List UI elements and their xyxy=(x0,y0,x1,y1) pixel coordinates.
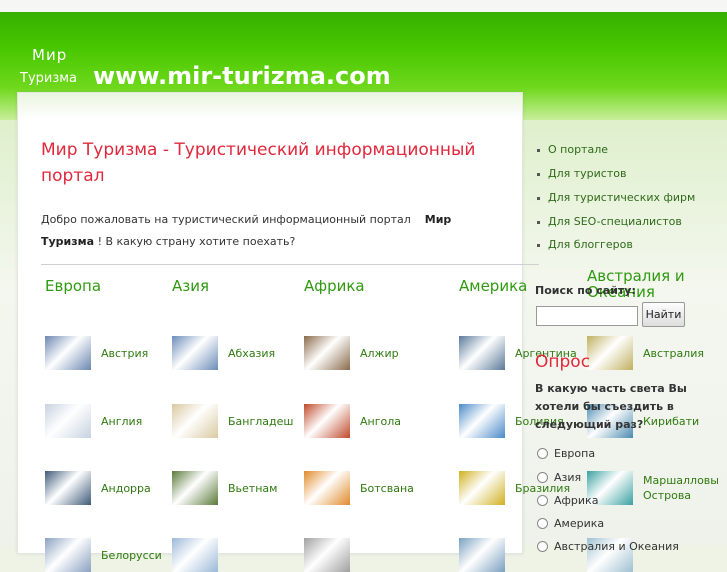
country-link[interactable]: Австралия xyxy=(643,346,723,361)
bullet-icon xyxy=(537,220,540,224)
country-link[interactable]: Ботсвана xyxy=(360,481,424,496)
country-photo[interactable] xyxy=(459,471,505,505)
country-photo[interactable] xyxy=(459,538,505,572)
welcome-text: Добро пожаловать на туристический информ… xyxy=(41,209,503,253)
site-url[interactable]: www.mir-turizma.com xyxy=(93,62,391,90)
country-link[interactable]: Алжир xyxy=(360,346,424,361)
search-label: Поиск по сайту: xyxy=(535,284,636,297)
country-link[interactable]: Англия xyxy=(101,414,165,429)
country-item[interactable]: Маршалловы Острова xyxy=(587,471,723,505)
country-item[interactable]: Англия xyxy=(45,404,165,438)
poll-option-europe[interactable]: Европа xyxy=(537,447,595,460)
sidebar-link-label: О портале xyxy=(548,143,609,156)
bullet-icon xyxy=(537,196,540,200)
country-link[interactable]: Белорусси xyxy=(101,548,165,563)
logo-text-bottom[interactable]: Туризма xyxy=(20,71,77,86)
country-link[interactable]: Австрия xyxy=(101,346,165,361)
country-item[interactable]: Австрия xyxy=(45,336,165,370)
country-link[interactable]: Маршалловы Острова xyxy=(643,473,723,503)
sidebar-link-label: Для туристов xyxy=(548,167,627,180)
poll-option-america[interactable]: Америка xyxy=(537,517,604,530)
country-item[interactable]: Абхазия xyxy=(172,336,292,370)
welcome-text-end: ! В какую страну хотите поехать? xyxy=(97,235,296,248)
radio-icon[interactable] xyxy=(537,448,548,459)
poll-question: В какую часть света Вы хотели бы съездит… xyxy=(535,382,687,431)
country-item[interactable] xyxy=(172,538,218,572)
country-photo[interactable] xyxy=(172,336,218,370)
country-photo[interactable] xyxy=(45,404,91,438)
poll-option-africa[interactable]: Африка xyxy=(537,494,598,507)
country-photo[interactable] xyxy=(45,471,91,505)
radio-icon[interactable] xyxy=(537,495,548,506)
country-photo[interactable] xyxy=(459,336,505,370)
country-photo[interactable] xyxy=(172,404,218,438)
sidebar-link-label: Для блоггеров xyxy=(548,238,633,251)
country-item[interactable] xyxy=(459,538,505,572)
radio-icon[interactable] xyxy=(537,518,548,529)
country-item[interactable]: Ботсвана xyxy=(304,471,424,505)
search-button[interactable]: Найти xyxy=(642,302,685,327)
region-heading-africa[interactable]: Африка xyxy=(304,277,365,295)
country-item[interactable] xyxy=(304,538,350,572)
country-link[interactable]: Вьетнам xyxy=(228,481,292,496)
poll-option-label: Европа xyxy=(554,447,596,460)
bullet-icon xyxy=(537,243,540,247)
sidebar-link-label: Для туристических фирм xyxy=(548,191,696,204)
country-photo[interactable] xyxy=(304,471,350,505)
country-link[interactable]: Андорра xyxy=(101,481,165,496)
country-photo[interactable] xyxy=(304,336,350,370)
welcome-text-start: Добро пожаловать на туристический информ… xyxy=(41,213,411,226)
country-item[interactable]: Австралия xyxy=(587,336,723,370)
poll-option-label: Африка xyxy=(554,494,599,507)
poll-title: Опрос xyxy=(535,352,591,372)
search-input[interactable] xyxy=(536,306,638,326)
country-item[interactable]: Бангладеш xyxy=(172,404,293,438)
region-heading-america[interactable]: Америка xyxy=(459,277,527,295)
poll-option-asia[interactable]: Азия xyxy=(537,471,581,484)
country-item[interactable]: Вьетнам xyxy=(172,471,292,505)
radio-icon[interactable] xyxy=(537,541,548,552)
sidebar-link-bloggers[interactable]: Для блоггеров xyxy=(537,238,633,251)
page-title: Мир Туризма - Туристический информационн… xyxy=(41,140,476,186)
country-link[interactable]: Ангола xyxy=(360,414,424,429)
sidebar-link-seo[interactable]: Для SEO-специалистов xyxy=(537,215,682,228)
bullet-icon xyxy=(537,148,540,152)
country-photo[interactable] xyxy=(304,538,350,572)
country-photo[interactable] xyxy=(45,538,91,572)
country-photo[interactable] xyxy=(304,404,350,438)
sidebar-link-firms[interactable]: Для туристических фирм xyxy=(537,191,695,204)
poll-option-australia[interactable]: Австралия и Океания xyxy=(537,540,679,553)
country-photo[interactable] xyxy=(459,404,505,438)
poll-option-label: Австралия и Океания xyxy=(554,540,679,553)
country-item[interactable]: Белорусси xyxy=(45,538,165,572)
bullet-icon xyxy=(537,172,540,176)
sidebar-link-tourists[interactable]: Для туристов xyxy=(537,167,626,180)
region-heading-asia[interactable]: Азия xyxy=(172,277,209,295)
region-heading-europe[interactable]: Европа xyxy=(45,277,101,295)
sidebar-link-label: Для SEO-специалистов xyxy=(548,215,682,228)
radio-icon[interactable] xyxy=(537,472,548,483)
panel-top-gradient xyxy=(18,93,522,119)
logo-text-top[interactable]: Мир xyxy=(32,46,67,64)
country-item[interactable]: Андорра xyxy=(45,471,165,505)
country-link[interactable]: Абхазия xyxy=(228,346,292,361)
divider xyxy=(41,264,539,265)
country-link[interactable]: Бангладеш xyxy=(228,414,293,429)
sidebar-link-about[interactable]: О портале xyxy=(537,143,608,156)
poll-option-label: Азия xyxy=(554,471,582,484)
country-photo[interactable] xyxy=(172,471,218,505)
country-item[interactable]: Ангола xyxy=(304,404,424,438)
poll-option-label: Америка xyxy=(554,517,605,530)
country-photo[interactable] xyxy=(45,336,91,370)
country-photo[interactable] xyxy=(172,538,218,572)
country-item[interactable]: Алжир xyxy=(304,336,424,370)
country-photo[interactable] xyxy=(587,336,633,370)
